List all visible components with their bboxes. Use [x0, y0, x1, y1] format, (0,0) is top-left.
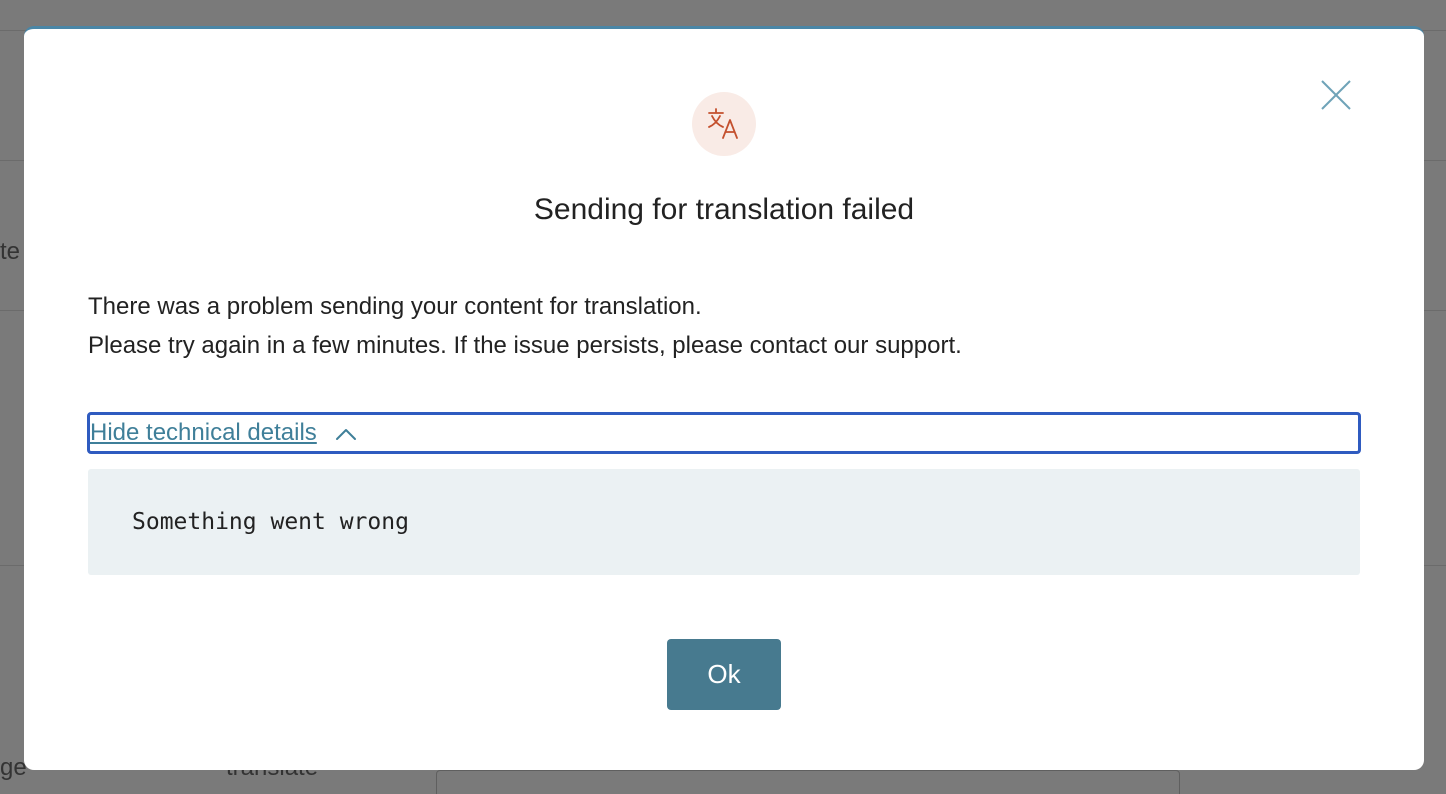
close-button[interactable] — [1318, 77, 1354, 113]
ok-button[interactable]: Ok — [667, 639, 781, 710]
background-text: te — [0, 238, 21, 265]
dialog-message: There was a problem sending your content… — [88, 287, 1360, 365]
message-line: There was a problem sending your content… — [88, 293, 702, 320]
error-details-text: Something went wrong — [132, 509, 409, 535]
translate-icon — [708, 108, 738, 139]
translate-icon-badge — [692, 92, 756, 156]
chevron-up-icon[interactable] — [335, 427, 357, 441]
background-text: ge — [0, 754, 27, 781]
technical-details-toggle-label[interactable]: Hide technical details — [90, 421, 317, 445]
technical-details-toggle[interactable]: Hide technical details — [87, 412, 1361, 454]
technical-details-content: Something went wrong — [88, 469, 1360, 575]
close-icon — [1321, 80, 1351, 110]
dialog-title: Sending for translation failed — [533, 193, 915, 226]
error-dialog: Sending for translation failed There was… — [24, 26, 1424, 770]
background-input — [436, 770, 1180, 794]
message-line: Please try again in a few minutes. If th… — [88, 332, 962, 359]
